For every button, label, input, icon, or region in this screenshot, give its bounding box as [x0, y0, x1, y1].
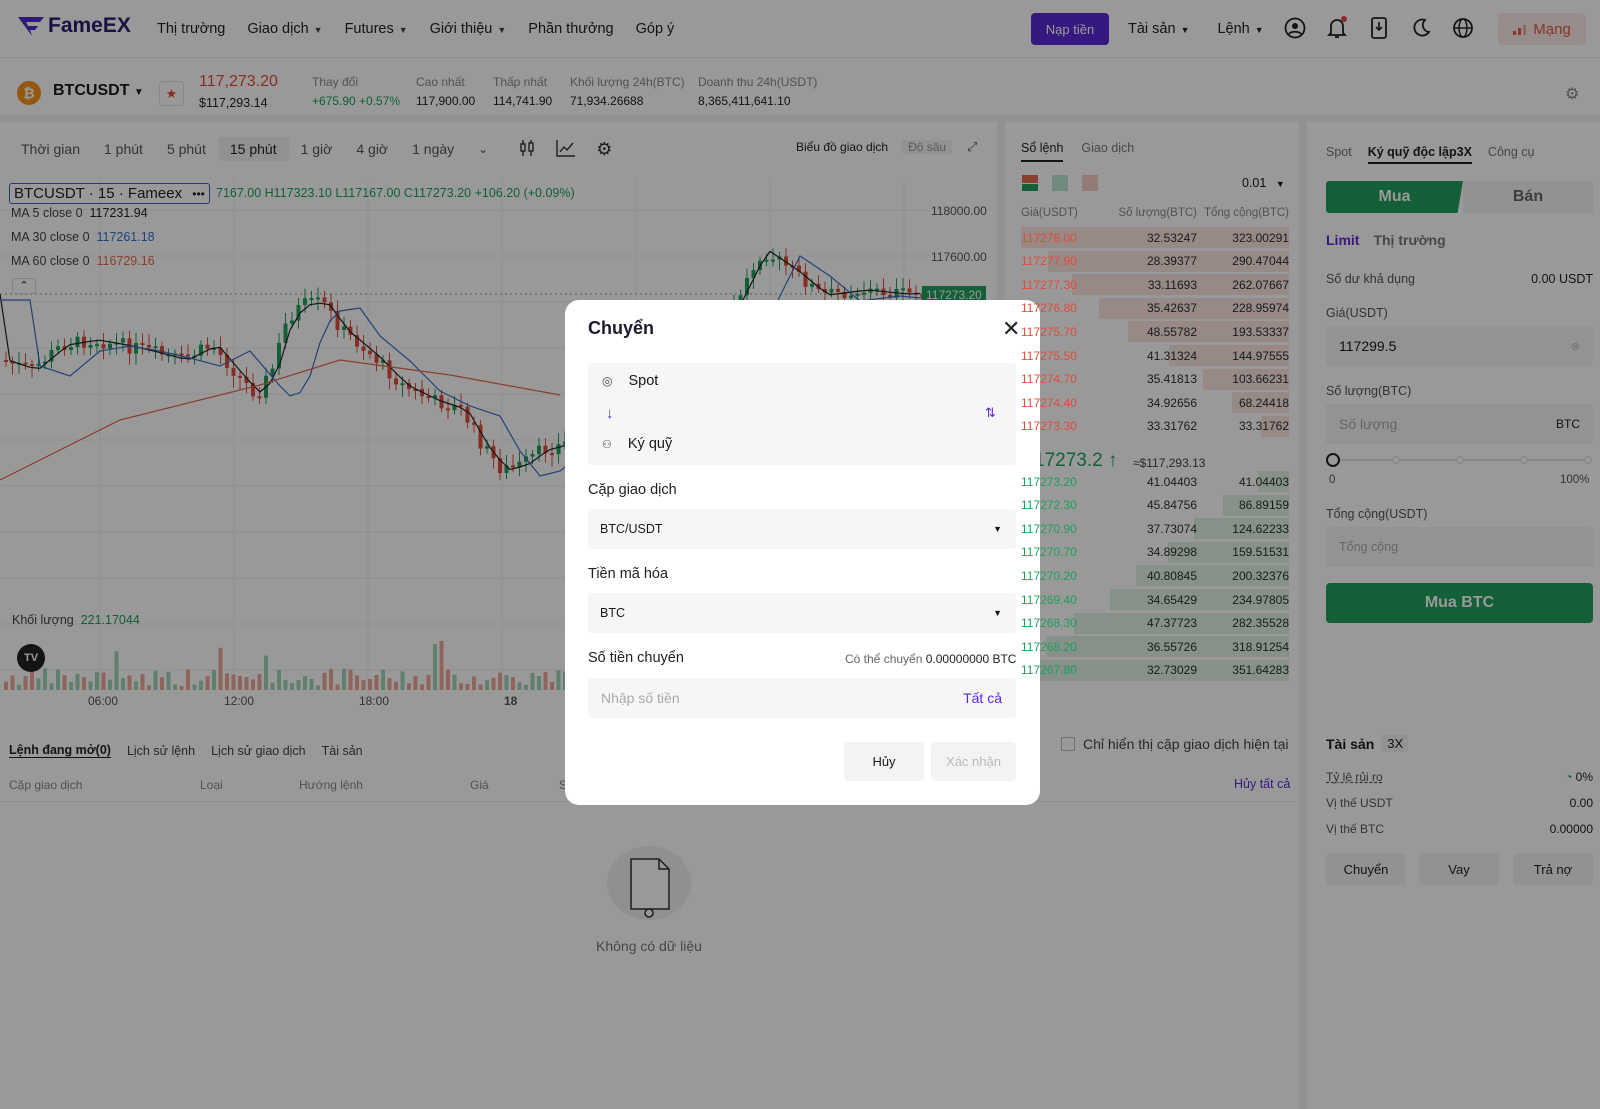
book-total: 318.91254 — [1232, 639, 1289, 654]
to-account[interactable]: ⚇ Ký quỹ — [602, 436, 672, 452]
book-price: 117267.80 — [1021, 663, 1077, 678]
book-qty: 36.55726 — [1146, 639, 1197, 654]
book-qty: 34.89298 — [1146, 545, 1197, 560]
coin-select[interactable]: BTC ▼ — [588, 593, 1016, 633]
book-qty: 45.84756 — [1146, 498, 1197, 513]
book-qty: 40.80845 — [1146, 568, 1197, 583]
book-qty: 37.73074 — [1146, 521, 1197, 536]
coin-label: Tiền mã hóa — [588, 566, 669, 582]
book-total: 262.07667 — [1232, 277, 1289, 292]
book-total: 33.31762 — [1238, 419, 1289, 434]
confirm-button[interactable]: Xác nhận — [931, 742, 1016, 781]
book-total: 103.66231 — [1232, 372, 1289, 387]
book-price: 117273.30 — [1021, 419, 1077, 434]
pair-select[interactable]: BTC/USDT ▼ — [588, 509, 1016, 549]
book-total: 234.97805 — [1232, 592, 1289, 607]
available-amount: Có thể chuyển 0.00000000 BTC — [845, 652, 1017, 666]
book-total: 86.89159 — [1238, 498, 1289, 513]
book-price: 117268.30 — [1021, 616, 1077, 631]
book-total: 41.04403 — [1238, 474, 1289, 489]
book-qty: 41.31324 — [1146, 348, 1197, 363]
book-qty: 28.39377 — [1146, 254, 1197, 269]
book-total: 144.97555 — [1232, 348, 1289, 363]
book-price: 117270.70 — [1021, 545, 1077, 560]
book-total: 290.47044 — [1232, 254, 1289, 269]
book-price: 117274.40 — [1021, 395, 1077, 410]
book-total: 124.62233 — [1232, 521, 1289, 536]
margin-wallet-icon: ⚇ — [602, 438, 612, 451]
close-icon[interactable]: ✕ — [1002, 316, 1020, 342]
caret-down-icon: ▼ — [993, 524, 1002, 534]
book-qty: 32.73029 — [1146, 663, 1197, 678]
from-account[interactable]: ◎ Spot — [602, 373, 658, 389]
book-qty: 48.55782 — [1146, 324, 1197, 339]
book-qty: 41.04403 — [1146, 474, 1197, 489]
caret-down-icon: ▼ — [993, 608, 1002, 618]
book-price: 117276.80 — [1021, 301, 1077, 316]
swap-icon[interactable]: ⇅ — [985, 405, 996, 421]
max-all-button[interactable]: Tất cả — [963, 690, 1002, 706]
book-total: 193.53337 — [1232, 324, 1289, 339]
book-price: 117270.20 — [1021, 568, 1077, 583]
book-total: 68.24418 — [1238, 395, 1289, 410]
cancel-button[interactable]: Hủy — [844, 742, 924, 781]
book-price: 117278.00 — [1021, 230, 1077, 245]
book-qty: 33.31762 — [1146, 419, 1197, 434]
book-qty: 33.11693 — [1147, 277, 1197, 292]
book-price: 117270.90 — [1021, 521, 1077, 536]
book-price: 117272.30 — [1021, 498, 1077, 513]
spot-wallet-icon: ◎ — [602, 374, 613, 388]
pair-label: Cặp giao dịch — [588, 482, 677, 498]
amount-label: Số tiền chuyển — [588, 650, 684, 666]
book-total: 159.51531 — [1232, 545, 1289, 560]
book-total: 200.32376 — [1232, 568, 1289, 583]
book-total: 323.00291 — [1232, 230, 1289, 245]
book-price: 117269.40 — [1021, 592, 1077, 607]
book-qty: 35.42637 — [1146, 301, 1197, 316]
book-qty: 34.92656 — [1146, 395, 1197, 410]
arrow-down-icon: ↓ — [606, 405, 614, 422]
book-qty: 32.53247 — [1146, 230, 1197, 245]
book-qty: 34.65429 — [1146, 592, 1197, 607]
book-total: 282.35528 — [1232, 616, 1289, 631]
book-price: 117273.20 — [1021, 474, 1077, 489]
book-price: 117274.70 — [1021, 372, 1077, 387]
amount-field[interactable]: Tất cả — [588, 678, 1016, 718]
book-qty: 47.37723 — [1146, 616, 1197, 631]
book-total: 351.64283 — [1232, 663, 1289, 678]
book-price: 117277.90 — [1021, 254, 1077, 269]
book-price: 117275.50 — [1021, 348, 1077, 363]
book-qty: 35.41813 — [1146, 372, 1197, 387]
book-total: 228.95974 — [1232, 301, 1289, 316]
modal-title: Chuyển — [588, 318, 655, 338]
book-price: 117277.30 — [1021, 277, 1077, 292]
amount-input[interactable] — [601, 690, 901, 706]
book-price: 117268.20 — [1021, 639, 1077, 654]
book-price: 117275.70 — [1021, 324, 1077, 339]
